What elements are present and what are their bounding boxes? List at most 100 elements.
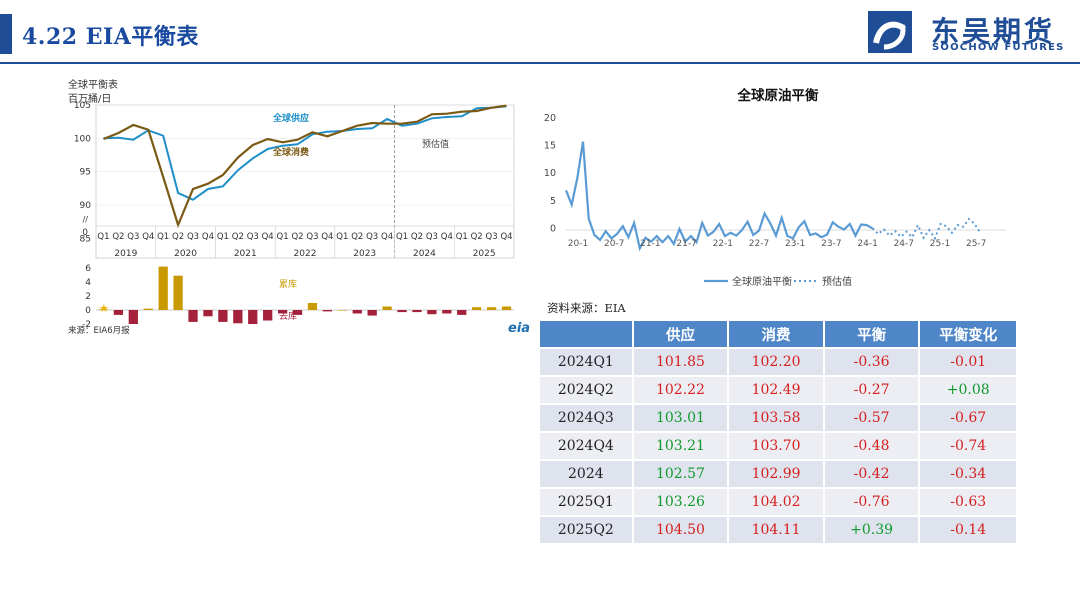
quarter-tick-label: Q2 [471,232,483,242]
quarter-tick-label: Q3 [306,232,318,242]
quarter-tick-label: Q1 [277,232,289,242]
table-header-consumption: 消费 [727,319,825,349]
inventory-change-bar [128,310,138,324]
right-x-tick-label: 21-1 [640,239,660,249]
right-x-tick-label: 21-7 [676,239,696,249]
header-divider [0,62,1080,64]
left-y-tick-label: 105 [74,101,91,111]
inventory-change-bar [472,307,482,310]
right-x-tick-label: 24-7 [894,239,914,249]
quarter-tick-label: Q4 [142,232,154,242]
table-cell-consumption: 102.99 [727,459,825,489]
inventory-change-bar [143,308,153,310]
bar-y-tick-label: 0 [85,306,91,316]
quarter-tick-label: Q3 [426,232,438,242]
table-cell-balance: -0.27 [822,375,921,405]
right-x-tick-label: 24-1 [857,239,877,249]
right-x-tick-label: 20-7 [604,239,624,249]
table-cell-period: 2025Q2 [538,515,634,545]
quarter-tick-label: Q4 [381,232,393,242]
table-cell-balance: -0.57 [822,403,921,433]
table-cell-period: 2024Q1 [538,347,634,377]
quarter-tick-label: Q4 [202,232,214,242]
quarter-tick-label: Q1 [157,232,169,242]
inventory-change-bar [233,310,243,324]
inventory-change-bar [218,310,228,322]
logo-english-name: SOOCHOW FUTURES [932,42,1065,53]
quarter-tick-label: Q2 [411,232,423,242]
table-cell-supply: 102.22 [631,375,730,405]
inventory-change-bar [486,307,497,310]
quarter-tick-label: Q1 [336,232,348,242]
balance-table: 供应 消费 平衡 平衡变化 2024Q1 101.85 102.20 -0.36 -0.… [538,319,1018,545]
axis-break-icon: // [83,215,89,224]
quarter-tick-label: Q1 [456,232,468,242]
table-cell-period: 2024Q4 [538,431,634,461]
quarter-tick-label: Q3 [366,232,378,242]
year-tick-label: 2025 [473,249,496,259]
inventory-change-bar [113,310,124,315]
table-cell-balance: -0.76 [822,487,921,517]
table-cell-balance: -0.48 [822,431,921,461]
quarter-tick-label: Q4 [321,232,333,242]
global-crude-balance-chart: 全球原油平衡 20 15 10 5 0 20-1 20-7 21-1 21-7 22-1 22-7… [544,87,1006,288]
inventory-change-bar [322,310,333,312]
global-balance-sheet-chart: 全球平衡表 百万桶/日 105100959085//0 预估值 全球供应 全球消… [68,78,530,336]
supply-series-label: 全球供应 [272,112,309,124]
right-x-tick-label: 20-1 [568,239,588,249]
inventory-change-bar [397,310,407,313]
table-cell-consumption: 102.20 [727,347,825,377]
table-cell-period: 2024Q2 [538,375,634,405]
table-cell-balance: -0.36 [822,347,921,377]
quarter-tick-label: Q2 [351,232,363,242]
legend-forecast-label: 预估值 [822,275,852,288]
right-x-tick-label: 25-7 [966,239,986,249]
table-row: 2025Q2 104.50 104.11 +0.39 -0.14 [538,515,1018,545]
draw-label: 去库 [279,310,297,322]
table-cell-supply: 104.50 [631,515,730,545]
quarter-tick-label: Q3 [187,232,199,242]
inventory-change-bar [188,310,198,322]
year-tick-label: 2022 [294,249,317,259]
table-cell-period: 2025Q1 [538,487,634,517]
table-row: 2024Q2 102.22 102.49 -0.27 +0.08 [538,375,1018,405]
table-cell-balance-change: +0.08 [918,375,1018,405]
consumption-series-label: 全球消费 [272,146,309,158]
table-cell-balance-change: -0.67 [918,403,1018,433]
right-x-tick-label: 22-7 [749,239,769,249]
table-cell-period: 2024 [538,459,634,489]
quarter-tick-label: Q4 [262,232,274,242]
right-y-tick-label: 10 [544,168,556,179]
table-row: 2025Q1 103.26 104.02 -0.76 -0.63 [538,487,1018,517]
inventory-change-bar [337,310,347,311]
inventory-change-bar [158,266,168,310]
left-y-tick-label: 90 [80,201,92,211]
inventory-change-bar [501,306,512,310]
table-row: 2024Q4 103.21 103.70 -0.48 -0.74 [538,431,1018,461]
inventory-change-bar [248,310,258,324]
table-cell-balance-change: -0.34 [918,459,1018,489]
right-x-tick-label: 23-1 [785,239,805,249]
right-y-tick-label: 5 [550,196,556,207]
right-chart-title: 全球原油平衡 [737,87,819,104]
table-row: 2024Q3 103.01 103.58 -0.57 -0.67 [538,403,1018,433]
quarter-tick-label: Q4 [441,232,453,242]
table-cell-balance: +0.39 [822,515,921,545]
left-y-tick-label: 100 [74,134,91,144]
table-cell-supply: 101.85 [631,347,730,377]
left-chart-source: 来源：EIA6月报 [68,325,130,336]
forecast-label: 预估值 [422,138,449,150]
bar-y-tick-label: 4 [85,278,91,288]
inventory-change-bar [412,310,422,313]
inventory-change-bar [352,310,362,314]
table-cell-balance-change: -0.74 [918,431,1018,461]
right-y-tick-label: 15 [544,141,556,152]
page-title: 4.22 EIA平衡表 [22,24,199,50]
table-header-balance-change: 平衡变化 [918,319,1018,349]
quarter-tick-label: Q2 [172,232,184,242]
right-x-tick-label: 25-1 [930,239,950,249]
forecast-balance-line [871,217,982,241]
quarter-tick-label: Q3 [127,232,139,242]
quarter-tick-label: Q3 [486,232,498,242]
inventory-change-bar [427,310,437,315]
